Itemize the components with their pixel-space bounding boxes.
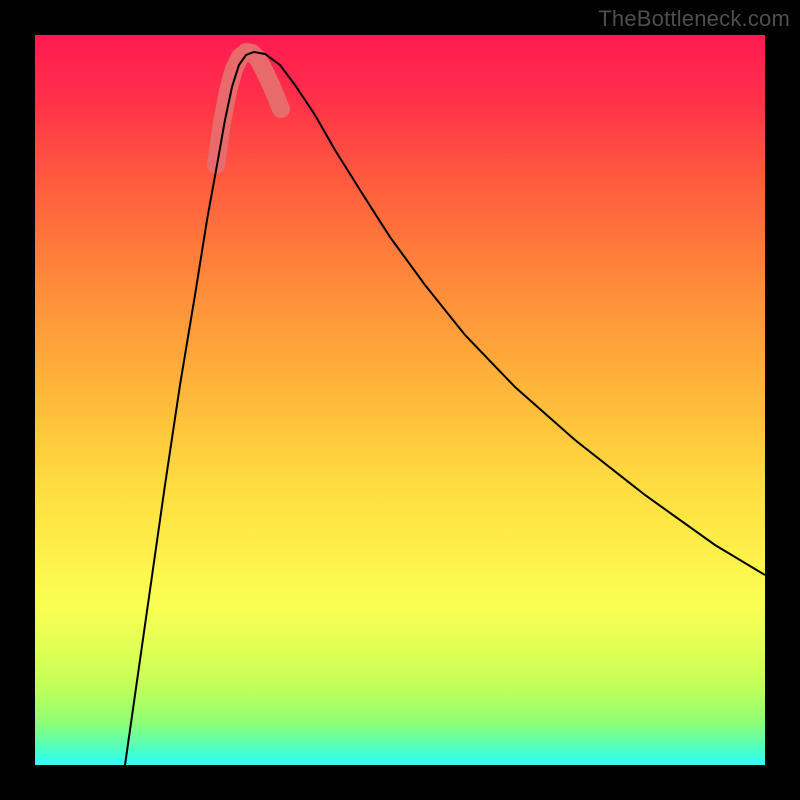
- valley-highlight-path: [216, 52, 281, 165]
- chart-svg: [35, 35, 765, 765]
- plot-area: [35, 35, 765, 765]
- chart-frame: TheBottleneck.com: [0, 0, 800, 800]
- watermark-text: TheBottleneck.com: [598, 6, 790, 32]
